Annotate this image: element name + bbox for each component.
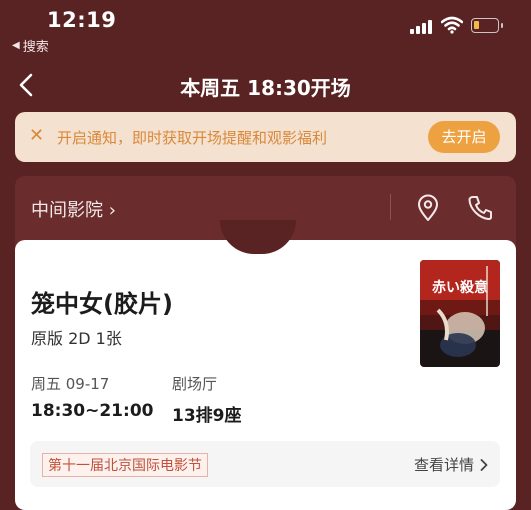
chevron-right-icon: [480, 458, 488, 471]
wifi-icon: [441, 16, 463, 34]
divider: [390, 194, 391, 220]
back-to-app-link[interactable]: ◀ 搜索: [12, 36, 49, 55]
page-title: 本周五 18:30开场: [180, 76, 351, 100]
notification-banner: ✕ 开启通知，即时获取开场提醒和观影福利 去开启: [15, 112, 516, 162]
film-title: 笼中女(胶片): [31, 290, 173, 318]
ticket-card: 笼中女(胶片) 原版 2D 1张 赤い殺意 周五 09-17 18:30~21:…: [15, 240, 516, 510]
close-icon[interactable]: ✕: [29, 125, 44, 146]
details-link[interactable]: 查看详情: [414, 454, 488, 475]
festival-tag: 第十一届北京国际电影节: [42, 453, 208, 477]
status-time: 12:19: [47, 8, 117, 32]
poster-title-text: 赤い殺意: [432, 279, 488, 296]
hall-name: 剧场厅: [172, 375, 218, 393]
back-triangle-icon: ◀: [12, 40, 20, 51]
battery-icon: [471, 18, 499, 33]
enable-notification-button[interactable]: 去开启: [428, 121, 500, 153]
phone-icon[interactable]: [468, 195, 492, 221]
notice-text: 开启通知，即时获取开场提醒和观影福利: [57, 129, 328, 147]
poster-image: 赤い殺意: [420, 260, 500, 367]
film-poster[interactable]: 赤い殺意: [420, 260, 500, 367]
show-time-range: 18:30~21:00: [31, 401, 154, 421]
details-label: 查看详情: [413, 456, 474, 474]
back-app-label: 搜索: [22, 40, 49, 55]
film-format: 原版 2D 1张: [31, 329, 122, 348]
cinema-name-link[interactable]: 中间影院 ›: [31, 196, 116, 222]
show-date: 周五 09-17: [31, 375, 110, 393]
signal-icon: [410, 20, 432, 34]
festival-row[interactable]: 第十一届北京国际电影节 查看详情: [30, 441, 500, 487]
battery-cap: [501, 23, 503, 28]
location-pin-icon[interactable]: [416, 194, 440, 222]
seat-number: 13排9座: [172, 406, 242, 426]
